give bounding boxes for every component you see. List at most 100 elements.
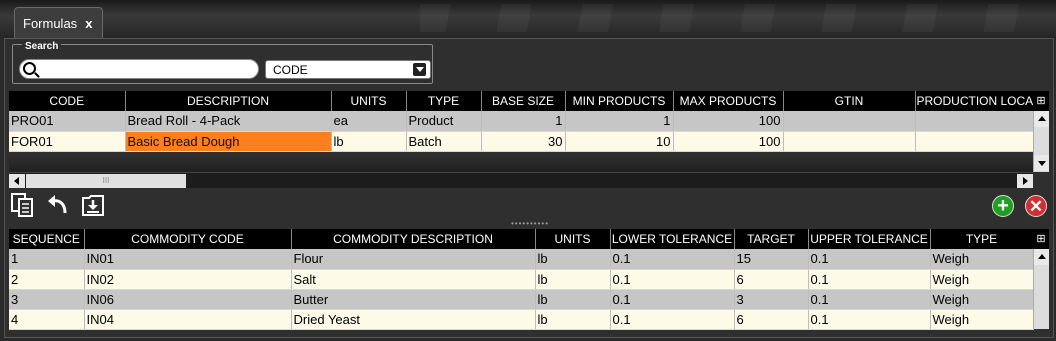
column-header-units[interactable]: UNITS [331, 91, 407, 111]
cell-commodity-description[interactable]: Salt [291, 269, 536, 290]
column-header-lower-tolerance[interactable]: LOWER TOLERANCE [610, 229, 735, 249]
cell-code[interactable]: FOR01 [9, 131, 126, 152]
cell-sequence[interactable]: 2 [9, 269, 85, 290]
download-icon[interactable] [80, 192, 106, 218]
cell-commodity-code[interactable]: IN04 [84, 309, 292, 330]
column-header-type[interactable]: TYPE [406, 91, 482, 111]
cell-units[interactable]: ea [331, 111, 407, 132]
cell-min-products[interactable]: 1 [565, 111, 674, 132]
cell-upper-tolerance[interactable]: 0.1 [808, 289, 931, 310]
cell-commodity-description[interactable]: Butter [291, 289, 536, 310]
formulas-horizontal-scrollbar[interactable]: III [9, 172, 1033, 188]
cell-type[interactable]: Weigh [930, 309, 1034, 330]
cell-base-size[interactable]: 30 [481, 131, 566, 152]
scroll-down-icon[interactable] [1034, 155, 1049, 171]
column-header-upper-tolerance[interactable]: UPPER TOLERANCE [808, 229, 931, 249]
cell-code[interactable]: PRO01 [9, 111, 126, 132]
cell-description-selected[interactable]: Basic Bread Dough [125, 131, 332, 152]
cell-lower-tolerance[interactable]: 0.1 [610, 289, 735, 310]
panel-splitter[interactable]: •••••••••• [500, 220, 560, 228]
undo-icon[interactable] [45, 192, 71, 218]
cell-type[interactable]: Batch [406, 131, 482, 152]
cell-upper-tolerance[interactable]: 0.1 [808, 269, 931, 290]
cell-min-products[interactable]: 10 [565, 131, 674, 152]
cell-type[interactable]: Weigh [930, 249, 1034, 270]
cell-sequence[interactable]: 1 [9, 249, 85, 270]
formulas-header-row: CODE DESCRIPTION UNITS TYPE BASE SIZE MI… [9, 91, 1034, 111]
cell-units[interactable]: lb [535, 309, 611, 330]
tab-formulas[interactable]: Formulas x [14, 7, 103, 39]
table-row[interactable]: 1 IN01 Flour lb 0.1 15 0.1 Weigh [9, 249, 1034, 270]
cell-commodity-code[interactable]: IN01 [84, 249, 292, 270]
column-header-type[interactable]: TYPE [930, 229, 1034, 249]
column-header-commodity-code[interactable]: COMMODITY CODE [84, 229, 292, 249]
column-header-code[interactable]: CODE [9, 91, 126, 111]
table-row[interactable]: FOR01 Basic Bread Dough lb Batch 30 10 1… [9, 131, 1034, 152]
column-header-commodity-description[interactable]: COMMODITY DESCRIPTION [291, 229, 536, 249]
column-header-description[interactable]: DESCRIPTION [125, 91, 332, 111]
cell-target[interactable]: 6 [734, 309, 809, 330]
cell-units[interactable]: lb [331, 131, 407, 152]
table-row[interactable]: 4 IN04 Dried Yeast lb 0.1 6 0.1 Weigh [9, 309, 1034, 330]
commodities-vertical-scrollbar[interactable] [1033, 249, 1049, 329]
cell-commodity-code[interactable]: IN02 [84, 269, 292, 290]
column-header-production-location[interactable]: PRODUCTION LOCA [915, 91, 1034, 111]
cell-sequence[interactable]: 3 [9, 289, 85, 310]
cell-description[interactable]: Bread Roll - 4-Pack [125, 111, 332, 132]
cell-upper-tolerance[interactable]: 0.1 [808, 249, 931, 270]
formulas-vertical-scrollbar[interactable] [1033, 111, 1049, 172]
search-icon [23, 62, 36, 75]
chevron-down-icon[interactable] [413, 63, 426, 76]
search-input[interactable] [40, 61, 250, 77]
column-header-max-products[interactable]: MAX PRODUCTS [673, 91, 784, 111]
cell-commodity-code[interactable]: IN06 [84, 289, 292, 310]
column-chooser-icon[interactable]: ⊞ [1033, 229, 1049, 249]
search-field-select[interactable]: CODE [265, 60, 431, 79]
cell-lower-tolerance[interactable]: 0.1 [610, 249, 735, 270]
search-field-value: CODE [273, 63, 308, 77]
cell-type[interactable]: Weigh [930, 269, 1034, 290]
scroll-up-icon[interactable] [1034, 249, 1049, 265]
cell-lower-tolerance[interactable]: 0.1 [610, 269, 735, 290]
cell-commodity-description[interactable]: Dried Yeast [291, 309, 536, 330]
scroll-thumb[interactable]: III [26, 174, 186, 188]
cell-type[interactable]: Weigh [930, 289, 1034, 310]
tab-title: Formulas [23, 16, 78, 31]
copy-icon[interactable] [10, 192, 36, 218]
column-header-gtin[interactable]: GTIN [783, 91, 916, 111]
cell-units[interactable]: lb [535, 269, 611, 290]
cell-upper-tolerance[interactable]: 0.1 [808, 309, 931, 330]
cell-sequence[interactable]: 4 [9, 309, 85, 330]
cell-gtin[interactable] [783, 131, 916, 152]
cell-max-products[interactable]: 100 [673, 111, 784, 132]
cell-type[interactable]: Product [406, 111, 482, 132]
table-row[interactable]: 3 IN06 Butter lb 0.1 3 0.1 Weigh [9, 289, 1034, 310]
scroll-left-icon[interactable] [9, 174, 25, 188]
cell-units[interactable]: lb [535, 289, 611, 310]
delete-commodity-button[interactable]: ✕ [1025, 195, 1047, 217]
column-header-sequence[interactable]: SEQUENCE [9, 229, 85, 249]
cell-target[interactable]: 6 [734, 269, 809, 290]
cell-target[interactable]: 15 [734, 249, 809, 270]
table-row[interactable]: 2 IN02 Salt lb 0.1 6 0.1 Weigh [9, 269, 1034, 290]
cell-max-products[interactable]: 100 [673, 131, 784, 152]
search-box[interactable] [19, 59, 259, 79]
cell-gtin[interactable] [783, 111, 916, 132]
table-row[interactable]: PRO01 Bread Roll - 4-Pack ea Product 1 1… [9, 111, 1034, 132]
cell-base-size[interactable]: 1 [481, 111, 566, 132]
column-header-target[interactable]: TARGET [734, 229, 809, 249]
column-chooser-icon[interactable]: ⊞ [1033, 91, 1049, 111]
scroll-up-icon[interactable] [1034, 111, 1049, 127]
add-commodity-button[interactable]: + [992, 195, 1014, 217]
column-header-units[interactable]: UNITS [535, 229, 611, 249]
cell-target[interactable]: 3 [734, 289, 809, 310]
cell-units[interactable]: lb [535, 249, 611, 270]
cell-production-location[interactable] [915, 111, 1034, 132]
scroll-right-icon[interactable] [1017, 174, 1033, 188]
tab-close-icon[interactable]: x [85, 16, 92, 31]
cell-production-location[interactable] [915, 131, 1034, 152]
column-header-min-products[interactable]: MIN PRODUCTS [565, 91, 674, 111]
cell-commodity-description[interactable]: Flour [291, 249, 536, 270]
column-header-base-size[interactable]: BASE SIZE [481, 91, 566, 111]
cell-lower-tolerance[interactable]: 0.1 [610, 309, 735, 330]
